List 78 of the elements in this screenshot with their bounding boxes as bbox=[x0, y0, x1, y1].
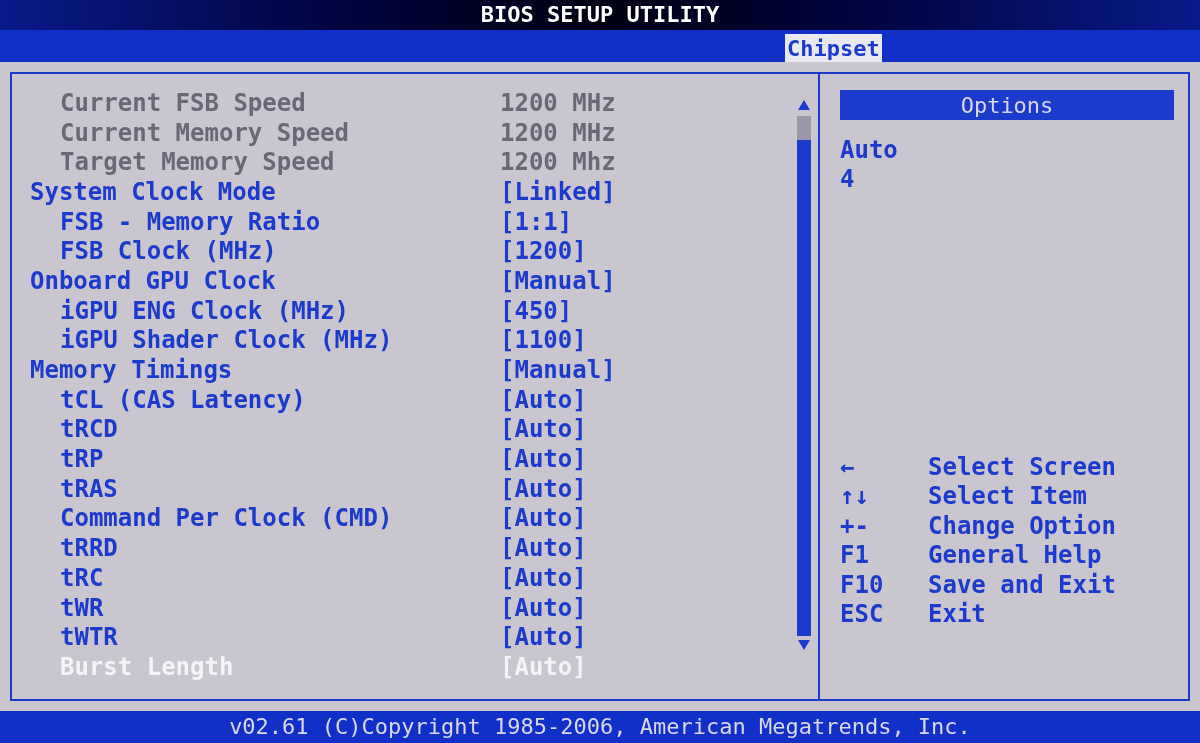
scroll-thumb[interactable] bbox=[797, 116, 811, 140]
setting-label: Memory Timings bbox=[30, 358, 234, 383]
scroll-down-icon[interactable] bbox=[798, 640, 810, 650]
setting-label: FSB - Memory Ratio bbox=[59, 209, 322, 234]
key-description: Exit bbox=[928, 602, 986, 627]
setting-row[interactable]: Onboard GPU Clock [Manual] bbox=[30, 266, 796, 296]
setting-value: [1200] bbox=[500, 239, 587, 264]
setting-label: tRAS bbox=[59, 476, 119, 501]
setting-row[interactable]: Command Per Clock (CMD) [Auto] bbox=[30, 503, 796, 534]
setting-label: Current Memory Speed bbox=[59, 120, 350, 145]
setting-value: [Linked] bbox=[500, 179, 616, 204]
setting-label: tRP bbox=[59, 447, 105, 472]
setting-row[interactable]: FSB - Memory Ratio [1:1] bbox=[30, 206, 796, 237]
setting-row[interactable]: tWTR [Auto] bbox=[30, 622, 796, 653]
key-label: ESC bbox=[840, 602, 885, 627]
setting-row[interactable]: tRRD [Auto] bbox=[30, 533, 796, 563]
setting-row[interactable]: Current Memory Speed 1200 MHz bbox=[30, 117, 796, 148]
setting-label: System Clock Mode bbox=[30, 179, 277, 204]
key-description: Select Item bbox=[928, 484, 1087, 509]
setting-row[interactable]: Memory Timings [Manual] bbox=[30, 355, 796, 385]
setting-label: tRCD bbox=[59, 417, 119, 442]
setting-value: [Manual] bbox=[500, 358, 616, 383]
setting-value: 1200 Mhz bbox=[500, 150, 616, 175]
setting-row[interactable]: tRP [Auto] bbox=[30, 444, 796, 474]
setting-row[interactable]: tWR [Auto] bbox=[30, 592, 796, 623]
scroll-up-icon[interactable] bbox=[798, 100, 810, 110]
setting-value: [1:1] bbox=[500, 209, 573, 234]
key-description: General Help bbox=[928, 543, 1102, 568]
setting-row[interactable]: tRC [Auto] bbox=[30, 563, 796, 593]
key-label: F1 bbox=[840, 543, 870, 568]
key-description: Select Screen bbox=[928, 454, 1116, 479]
option-item: Auto bbox=[840, 136, 899, 165]
key-label: ↑↓ bbox=[840, 484, 870, 509]
setting-row[interactable]: Target Memory Speed 1200 Mhz bbox=[30, 147, 796, 178]
setting-label: tRRD bbox=[59, 536, 119, 561]
setting-label: FSB Clock (MHz) bbox=[59, 239, 278, 264]
setting-value: [Auto] bbox=[500, 565, 587, 590]
setting-value: [Auto] bbox=[500, 476, 587, 501]
key-label: F10 bbox=[840, 572, 885, 597]
key-description: Change Option bbox=[928, 513, 1116, 538]
setting-value: [Auto] bbox=[500, 625, 587, 650]
setting-row[interactable]: System Clock Mode [Linked] bbox=[30, 177, 796, 207]
setting-row[interactable]: iGPU ENG Clock (MHz) [450] bbox=[30, 295, 796, 326]
setting-row[interactable]: tRAS [Auto] bbox=[30, 473, 796, 504]
setting-label: Command Per Clock (CMD) bbox=[59, 506, 394, 531]
key-label: ← bbox=[840, 454, 856, 479]
setting-row[interactable]: Current FSB Speed 1200 MHz bbox=[30, 88, 796, 118]
setting-value: 1200 MHz bbox=[500, 120, 616, 145]
setting-value: [Auto] bbox=[500, 447, 587, 472]
setting-label: tWR bbox=[59, 595, 105, 620]
setting-label: Target Memory Speed bbox=[59, 150, 336, 175]
setting-value: [Auto] bbox=[500, 506, 587, 531]
setting-value: [Auto] bbox=[500, 387, 587, 412]
setting-label: Onboard GPU Clock bbox=[30, 268, 277, 293]
status-bar-text: v02.61 (C)Copyright 1985-2006, American Megatrends, Inc. bbox=[229, 716, 971, 738]
setting-label: iGPU ENG Clock (MHz) bbox=[59, 298, 350, 323]
setting-label: Current FSB Speed bbox=[59, 90, 307, 115]
setting-value: [Auto] bbox=[500, 595, 587, 620]
key-description: Save and Exit bbox=[928, 572, 1116, 597]
setting-value: [Manual] bbox=[500, 268, 616, 293]
setting-value: [Auto] bbox=[500, 417, 587, 442]
key-label: +- bbox=[840, 513, 870, 538]
setting-row[interactable]: tRCD [Auto] bbox=[30, 414, 796, 445]
window-title: BIOS SETUP UTILITY bbox=[480, 4, 720, 26]
menu-tab[interactable]: Chipset bbox=[785, 34, 882, 62]
options-heading: Options bbox=[840, 90, 1174, 120]
setting-row[interactable]: iGPU Shader Clock (MHz) [1100] bbox=[30, 325, 796, 356]
setting-value: 1200 MHz bbox=[500, 90, 616, 115]
setting-row[interactable]: tCL (CAS Latency) [Auto] bbox=[30, 384, 796, 415]
setting-value: [450] bbox=[500, 298, 573, 323]
setting-label: tWTR bbox=[59, 625, 119, 650]
option-item: 4 bbox=[840, 165, 856, 194]
setting-label: iGPU Shader Clock (MHz) bbox=[59, 328, 394, 353]
setting-value: [1100] bbox=[500, 328, 587, 353]
setting-label: tRC bbox=[59, 565, 105, 590]
setting-label: tCL (CAS Latency) bbox=[59, 387, 307, 412]
setting-row[interactable]: FSB Clock (MHz) [1200] bbox=[30, 236, 796, 267]
setting-value: [Auto] bbox=[500, 536, 587, 561]
